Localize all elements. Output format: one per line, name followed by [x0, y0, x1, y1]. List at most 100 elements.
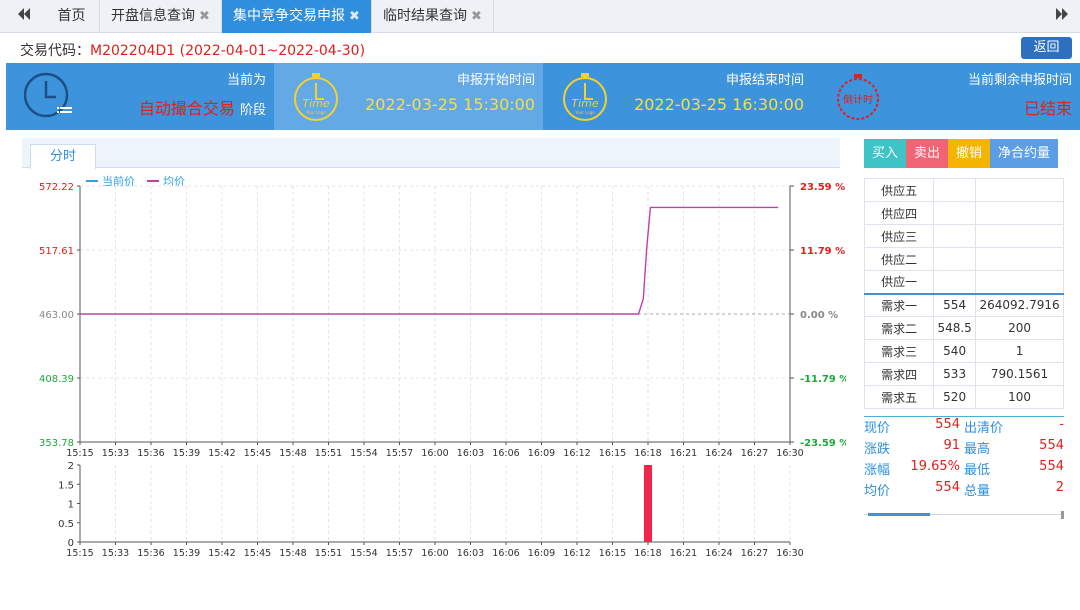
book-price: 540 — [933, 339, 977, 363]
clock-icon — [23, 71, 72, 119]
price-tick-label: 517.61 — [39, 246, 74, 257]
close-icon[interactable]: ✖ — [471, 9, 482, 24]
supply-row: 供应一 — [863, 270, 1064, 294]
tab-temp-result[interactable]: 临时结果查询 ✖ — [372, 0, 494, 33]
x-tick-label: 16:06 — [492, 448, 519, 459]
stat-key: 涨跌 — [864, 442, 891, 457]
stat-key: 均价 — [864, 484, 891, 499]
end-cell: Time Your Logo 申报结束时间 2022-03-25 16:30:00 — [543, 63, 812, 130]
stat-key: 现价 — [864, 421, 891, 436]
pct-tick-label: 11.79 % — [800, 246, 845, 257]
volume-x-tick-label: 16:12 — [563, 548, 590, 559]
order-book: 供应五 供应四 供应三 供应二 供应一 需求一 554 264092.7916 需求二 548.5… — [863, 178, 1064, 409]
book-level-label: 需求二 — [863, 316, 935, 340]
tab-bar: 首页 开盘信息查询 ✖ 集中竞争交易申报 ✖ 临时结果查询 ✖ — [0, 0, 1080, 33]
book-level-label: 需求一 — [863, 292, 935, 317]
tab-home[interactable]: 首页 — [44, 0, 100, 33]
stopwatch-icon: Time Your Logo — [290, 71, 338, 121]
book-price — [933, 201, 977, 225]
stopwatch-icon: Time Your Logo — [559, 71, 607, 121]
tab-label: 首页 — [57, 8, 86, 24]
buy-button[interactable]: 买入 — [864, 139, 906, 168]
supply-row: 供应四 — [863, 201, 1064, 225]
x-tick-label: 16:24 — [705, 448, 732, 459]
info-bar: 当前为 自动撮合交易 阶段 Time Your Logo 申报开始时间 2022-… — [6, 63, 1080, 130]
x-tick-label: 15:57 — [386, 448, 413, 459]
horizontal-scrollbar[interactable] — [864, 511, 1064, 522]
demand-row: 需求四 533 790.1561 — [863, 362, 1064, 386]
price-tick-label: 572.22 — [39, 182, 74, 193]
tab-intraday[interactable]: 分时 — [30, 144, 96, 169]
tab-opening-info[interactable]: 开盘信息查询 ✖ — [100, 0, 222, 33]
pct-tick-label: 23.59 % — [800, 182, 845, 193]
sell-button[interactable]: 卖出 — [906, 139, 948, 168]
supply-row: 供应五 — [863, 178, 1064, 202]
stat-value: 91 — [943, 438, 960, 453]
demand-row: 需求五 520 100 — [863, 385, 1064, 409]
price-tick-label: 463.00 — [39, 310, 74, 321]
pct-tick-label: -11.79 % — [800, 374, 846, 385]
end-title: 申报结束时间 — [725, 73, 804, 88]
remain-value: 已结束 — [1023, 99, 1072, 118]
stat-key: 总量 — [964, 484, 991, 499]
book-qty: 1 — [975, 339, 1064, 363]
net-contract-button[interactable]: 净合约量 — [990, 139, 1058, 168]
stat-value: 554 — [935, 480, 960, 495]
gauge-sub: Your Logo — [305, 110, 326, 115]
x-tick-label: 16:00 — [421, 448, 448, 459]
volume-x-tick-label: 16:09 — [528, 548, 555, 559]
volume-x-tick-label: 16:27 — [741, 548, 768, 559]
x-tick-label: 15:54 — [350, 448, 377, 459]
remain-cell: 倒计时 当前剩余申报时间 已结束 — [812, 63, 1080, 130]
x-tick-label: 16:30 — [776, 448, 803, 459]
stat-row: 涨幅 19.65% 最低 554 — [864, 459, 1064, 480]
book-qty — [975, 224, 1064, 248]
stat-value: 554 — [935, 417, 960, 432]
close-icon[interactable]: ✖ — [199, 9, 210, 24]
main-panel: 分时 当前价 均价 572.22 23.59 % 517.61 11.79 % 463.… — [6, 130, 1080, 580]
stat-key: 最高 — [964, 442, 991, 457]
start-value: 2022-03-25 15:30:00 — [365, 95, 535, 114]
avg-price-line — [80, 206, 779, 315]
volume-tick-label: 1.5 — [58, 480, 74, 491]
book-qty — [975, 178, 1064, 202]
back-button[interactable]: 返回 — [1021, 37, 1072, 59]
volume-tick-label: 1 — [68, 500, 74, 511]
volume-x-tick-label: 16:18 — [634, 548, 661, 559]
book-level-label: 需求四 — [863, 362, 935, 386]
x-tick-label: 15:45 — [244, 448, 271, 459]
intraday-chart: 当前价 均价 572.22 23.59 %517.61 11.79 %463.00 0… — [39, 174, 846, 559]
stat-key: 涨幅 — [864, 463, 891, 478]
gauge-sub: Your Logo — [574, 110, 595, 115]
book-qty: 264092.7916 — [975, 292, 1064, 317]
x-tick-label: 15:51 — [315, 448, 342, 459]
stat-value: 19.65% — [910, 459, 960, 474]
pct-tick-label: 0.00 % — [800, 310, 838, 321]
volume-x-tick-label: 15:48 — [279, 548, 306, 559]
stat-row: 涨跌 91 最高 554 — [864, 438, 1064, 459]
cancel-button[interactable]: 撤销 — [948, 139, 990, 168]
close-icon[interactable]: ✖ — [349, 9, 360, 24]
book-price: 554 — [933, 292, 977, 317]
demand-row: 需求二 548.5 200 — [863, 316, 1064, 340]
book-level-label: 供应五 — [863, 178, 935, 202]
book-level-label: 需求五 — [863, 385, 935, 409]
book-level-label: 供应四 — [863, 201, 935, 225]
book-price — [933, 247, 977, 271]
volume-x-tick-label: 16:00 — [421, 548, 448, 559]
volume-x-tick-label: 15:57 — [386, 548, 413, 559]
book-qty: 100 — [975, 385, 1064, 409]
tab-label: 临时结果查询 — [383, 8, 468, 24]
double-right-arrow-icon[interactable] — [1044, 0, 1080, 33]
tab-bidding-declare[interactable]: 集中竞争交易申报 ✖ — [222, 0, 372, 33]
price-tick-label: 408.39 — [39, 374, 74, 385]
volume-tick-label: 2 — [68, 461, 74, 472]
volume-x-tick-label: 15:36 — [137, 548, 164, 559]
volume-x-tick-label: 16:21 — [670, 548, 697, 559]
double-left-arrow-icon[interactable] — [6, 0, 42, 33]
countdown-icon: 倒计时 — [832, 71, 880, 120]
book-qty — [975, 201, 1064, 225]
volume-x-tick-label: 15:42 — [208, 548, 235, 559]
x-tick-label: 15:42 — [208, 448, 235, 459]
volume-x-tick-label: 16:30 — [776, 548, 803, 559]
